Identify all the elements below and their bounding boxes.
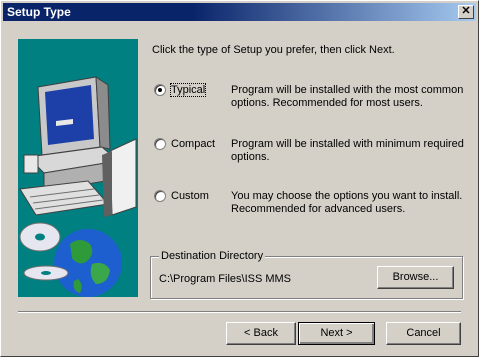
typical-description-line1: Program will be installed with the most … [231,84,464,96]
typical-label[interactable]: Typical [169,83,207,97]
button-separator [18,311,461,313]
custom-radio[interactable] [154,190,166,202]
compact-description-line2: options. [231,151,270,163]
next-button[interactable]: Next > [298,322,375,345]
custom-description-line1: You may choose the options you want to i… [231,190,463,202]
back-button[interactable]: < Back [226,322,296,345]
typical-description-line2: options. Recommended for most users. [231,97,423,109]
setup-illustration [18,39,138,297]
destination-path: C:\Program Files\ISS MMS [159,273,292,285]
close-icon: ✕ [461,5,471,17]
dialog-title: Setup Type [7,5,71,19]
typical-radio[interactable] [154,84,166,96]
compact-label[interactable]: Compact [171,138,215,150]
cancel-button[interactable]: Cancel [386,322,461,345]
custom-label[interactable]: Custom [171,190,209,202]
intro-text: Click the type of Setup you prefer, then… [152,44,395,56]
computer-cd-globe-icon [19,76,137,297]
radio-selected-dot [158,88,162,92]
close-button[interactable]: ✕ [458,5,474,19]
browse-button[interactable]: Browse... [377,266,454,289]
destination-legend: Destination Directory [159,250,266,262]
title-bar[interactable]: Setup Type ✕ [3,3,476,21]
compact-description-line1: Program will be installed with minimum r… [231,138,464,150]
custom-description-line2: Recommended for advanced users. [231,203,406,215]
compact-radio[interactable] [154,138,166,150]
